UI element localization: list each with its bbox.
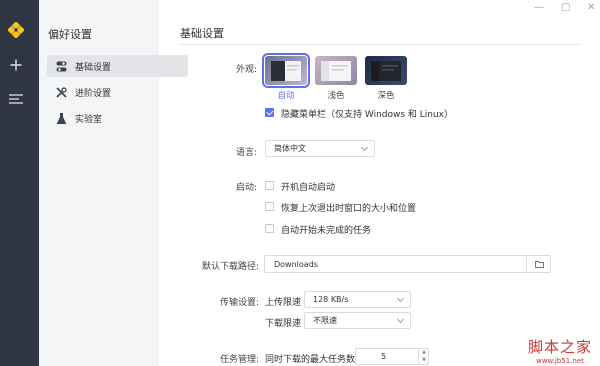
restore-window-checkbox[interactable] <box>265 202 274 211</box>
section-title: 基础设置 <box>180 27 224 40</box>
language-label: 语言: <box>235 148 257 158</box>
theme-auto-label: 自动 <box>277 91 295 101</box>
transfer-label: 传输设置: <box>219 298 259 308</box>
app-rail <box>0 0 39 366</box>
chevron-down-icon <box>360 143 369 152</box>
upload-limit-label: 上传限速 <box>265 298 302 308</box>
nav-item-label: 基础设置 <box>75 62 112 73</box>
theme-dark-preview <box>371 61 401 81</box>
increment-button[interactable]: ▲ <box>418 348 429 356</box>
theme-light-preview <box>321 61 351 81</box>
download-path-label: 默认下载路径: <box>201 262 259 272</box>
browse-folder-button[interactable] <box>526 255 551 273</box>
watermark-url: www.jb51.net <box>536 357 584 365</box>
nav-item-label: 进阶设置 <box>75 88 112 99</box>
sliders-icon <box>55 60 67 72</box>
resume-tasks-label: 自动开始未完成的任务 <box>281 226 372 236</box>
watermark-text: 脚本之家 <box>527 338 592 356</box>
appearance-label: 外观: <box>235 65 257 75</box>
theme-dark-label: 深色 <box>377 91 395 101</box>
download-path-input[interactable]: Downloads <box>264 255 551 273</box>
restore-window-label: 恢复上次退出时窗口的大小和位置 <box>281 204 417 214</box>
theme-light-option[interactable] <box>315 56 357 85</box>
startup-label: 启动: <box>235 183 257 193</box>
maximize-button[interactable]: ▢ <box>561 2 570 13</box>
auto-start-checkbox[interactable] <box>265 181 274 190</box>
decrement-button[interactable]: ▼ <box>418 356 429 364</box>
close-button[interactable]: ✕ <box>587 2 595 13</box>
hide-menubar-checkbox[interactable] <box>265 108 274 117</box>
max-tasks-value: 5 <box>381 352 387 361</box>
download-path-value: Downloads <box>274 259 318 269</box>
logo-icon <box>7 21 25 39</box>
auto-start-label: 开机自动启动 <box>281 183 336 193</box>
chevron-down-icon <box>396 294 405 303</box>
minimize-button[interactable]: — <box>534 2 544 13</box>
download-limit-label: 下载限速 <box>265 319 302 329</box>
language-value: 简体中文 <box>274 144 306 153</box>
theme-dark-option[interactable] <box>365 56 407 85</box>
nav-item-label: 实验室 <box>75 114 103 125</box>
upload-limit-value: 128 KB/s <box>313 295 349 304</box>
tools-icon <box>55 86 67 98</box>
menu-button[interactable] <box>8 91 24 107</box>
download-limit-value: 不限速 <box>313 316 337 325</box>
resume-tasks-checkbox[interactable] <box>265 224 274 233</box>
language-select[interactable]: 简体中文 <box>265 140 375 157</box>
tasks-label: 任务管理: <box>219 355 259 365</box>
folder-icon <box>534 260 544 268</box>
plus-icon <box>10 59 22 71</box>
watermark: 脚本之家 www.jb51.net <box>520 336 600 365</box>
section-divider <box>180 44 580 45</box>
add-task-button[interactable] <box>8 57 24 73</box>
download-limit-select[interactable]: 不限速 <box>304 312 411 329</box>
preferences-nav: 偏好设置 基础设置 进阶设置 实验室 <box>39 0 188 366</box>
theme-light-label: 浅色 <box>327 91 345 101</box>
flask-icon <box>55 112 67 124</box>
hide-menubar-label: 隐藏菜单栏（仅支持 Windows 和 Linux） <box>281 110 454 120</box>
settings-panel: — ▢ ✕ 基础设置 外观: 自动 浅色 深色 隐藏菜单栏（仅支持 Window… <box>159 0 600 366</box>
theme-auto-option[interactable] <box>262 53 310 88</box>
theme-auto-preview <box>271 61 301 81</box>
menu-icon <box>9 94 23 104</box>
nav-title: 偏好设置 <box>48 28 92 41</box>
max-tasks-label: 同时下载的最大任务数 <box>265 355 356 365</box>
upload-limit-select[interactable]: 128 KB/s <box>304 291 411 308</box>
chevron-down-icon <box>396 315 405 324</box>
